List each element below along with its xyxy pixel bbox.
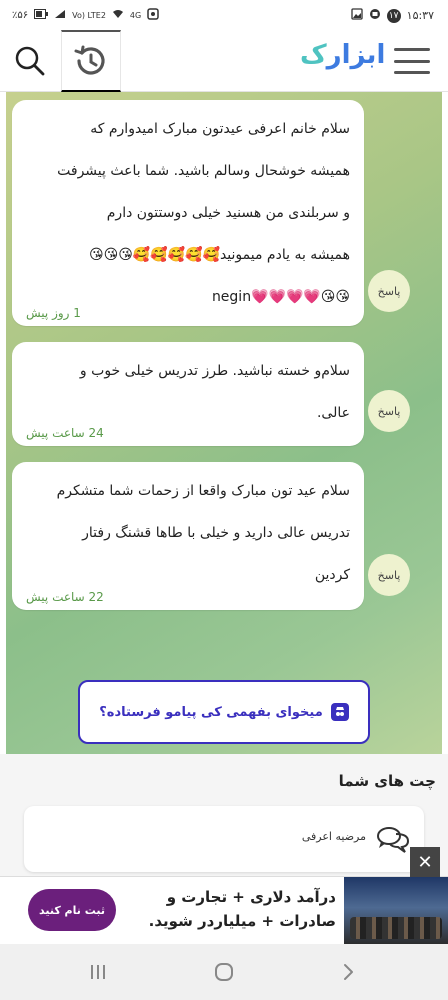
recent-apps-icon	[91, 965, 105, 979]
chat-item[interactable]: مرضیه اعرفی	[24, 806, 424, 872]
search-button[interactable]	[0, 30, 60, 92]
ad-image[interactable]	[344, 877, 448, 945]
reply-button[interactable]: پاسخ	[368, 270, 410, 312]
message-line: همیشه خوشحال وسالم باشید. شما باعث پیشرف…	[57, 163, 350, 179]
message-bubble: سلام خانم اعرفی عیدتون مبارک امیدوارم که…	[12, 100, 364, 326]
reply-button[interactable]: پاسخ	[368, 554, 410, 596]
ad-image-crowd	[350, 917, 442, 939]
system-nav-bar	[0, 944, 448, 1000]
message-line: سلام عید تون مبارک واقعا از زحمات شما مت…	[56, 483, 350, 499]
message-bubble: سلام‌و خسته نباشید. طرز تدریس خیلی خوب و…	[12, 342, 364, 446]
message-line: و سربلندی من هسنید خیلی دوستتون دارم	[106, 205, 350, 221]
reveal-sender-label: میخوای بفهمی کی پیامو فرستاده؟	[99, 704, 323, 720]
reveal-sender-button[interactable]: میخوای بفهمی کی پیامو فرستاده؟	[78, 680, 370, 744]
app-header: ابزارک	[0, 30, 448, 92]
ad-signup-button[interactable]: ثبت نام کنید	[28, 889, 116, 931]
message-line: سلام‌و خسته نباشید. طرز تدریس خیلی خوب و	[79, 363, 350, 379]
battery-icon	[34, 9, 49, 23]
message-time: 1 روز پیش	[26, 306, 81, 320]
spy-icon	[330, 703, 349, 721]
message-line: تدریس عالی دارید و خیلی با طاها قشنگ رفت…	[82, 525, 350, 541]
brand-main-text: ابزار	[326, 40, 386, 70]
ad-banner[interactable]: ✕ درآمد دلاری + تجارت و صادرات + میلیارد…	[0, 847, 448, 945]
reply-button[interactable]: پاسخ	[368, 390, 410, 432]
ad-line: درآمد دلاری + تجارت و	[166, 888, 336, 906]
ad-text: درآمد دلاری + تجارت و صادرات + میلیاردر …	[136, 885, 336, 933]
image-notification-icon	[351, 8, 363, 24]
screenshot-icon	[147, 8, 159, 24]
menu-icon-bar	[394, 48, 430, 51]
status-bar: ٪۵۶ Vo) LTE2 4G ۱۷ ۱۵:۳۷	[0, 0, 448, 30]
notification-badge: ۱۷	[386, 9, 401, 23]
wifi-icon	[112, 9, 124, 23]
home-button[interactable]	[204, 958, 244, 986]
message-bubble: سلام عید تون مبارک واقعا از زحمات شما مت…	[12, 462, 364, 610]
ad-line: صادرات + میلیاردر شوید.	[148, 912, 336, 930]
brand-logo[interactable]: ابزارک	[300, 40, 385, 70]
your-chats-section: چت های شما مرضیه اعرفی	[0, 754, 448, 876]
menu-icon-bar	[394, 59, 430, 63]
history-icon	[74, 45, 105, 75]
chat-bubbles-icon	[376, 824, 410, 858]
your-chats-title: چت های شما	[338, 772, 436, 790]
back-button[interactable]	[328, 958, 368, 986]
search-icon	[15, 46, 45, 76]
message-time: 22 ساعت پیش	[26, 590, 104, 604]
home-icon	[215, 963, 233, 981]
recent-apps-button[interactable]	[78, 958, 118, 986]
chat-item-name: مرضیه اعرفی	[301, 830, 366, 843]
message-line: سلام خانم اعرفی عیدتون مبارک امیدوارم که	[90, 121, 350, 137]
menu-button[interactable]	[390, 44, 434, 78]
brand-accent-text: ک	[300, 40, 327, 70]
history-button[interactable]	[61, 30, 121, 92]
signal-icon	[54, 9, 66, 23]
back-icon	[344, 964, 353, 980]
close-ad-button[interactable]: ✕	[410, 847, 440, 877]
time-text: ۱۵:۳۷	[406, 9, 434, 22]
menu-icon-bar	[394, 71, 430, 74]
battery-text: ٪۵۶	[12, 10, 29, 21]
data-type-label: 4G	[129, 11, 142, 20]
network-label: Vo) LTE2	[72, 11, 106, 20]
message-line: همیشه به یادم میمونید🥰🥰🥰🥰🥰😘😘😘	[89, 247, 350, 263]
message-notification-icon	[369, 8, 381, 24]
message-time: 24 ساعت پیش	[26, 426, 104, 440]
